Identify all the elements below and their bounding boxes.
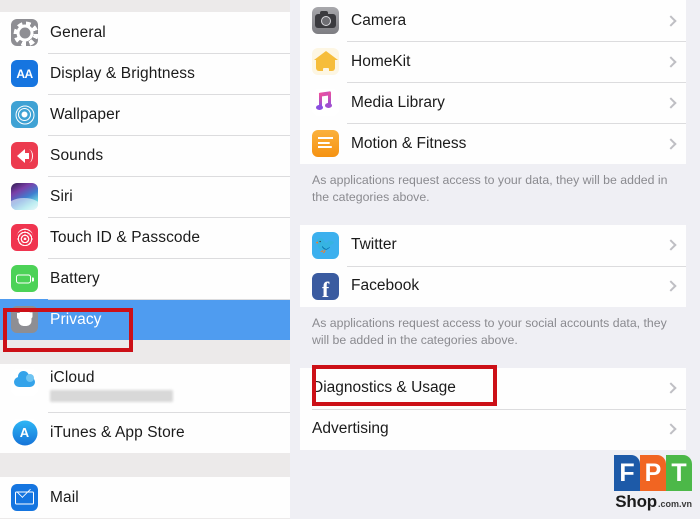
privacy-categories-card: Camera HomeKit Media Library Motion & Fi… <box>300 0 686 164</box>
sidebar-group-apps: Mail <box>0 477 290 518</box>
detail-row-label: Motion & Fitness <box>351 134 467 152</box>
sidebar-item-label: Privacy <box>50 310 102 328</box>
sidebar-item-label: Siri <box>50 187 73 205</box>
fpt-block-f: F <box>614 455 640 491</box>
detail-row-media-library[interactable]: Media Library <box>300 82 686 123</box>
sidebar-item-label: Wallpaper <box>50 105 121 123</box>
sidebar-item-display-brightness[interactable]: AA Display & Brightness <box>0 53 290 94</box>
detail-row-label: Media Library <box>351 93 445 111</box>
chevron-right-icon <box>665 239 677 252</box>
twitter-icon: 🐦 <box>312 231 339 259</box>
siri-icon <box>11 183 38 210</box>
sidebar-item-label: Mail <box>50 488 79 506</box>
detail-row-label: Twitter <box>351 236 397 254</box>
detail-row-label: Advertising <box>312 420 389 438</box>
diagnostics-card: Diagnostics & Usage Advertising <box>300 367 686 450</box>
sidebar-item-mail[interactable]: Mail <box>0 477 290 518</box>
sidebar-item-icloud[interactable]: iCloud <box>0 364 290 412</box>
sidebar-item-label: Sounds <box>50 146 104 164</box>
sidebar-item-wallpaper[interactable]: Wallpaper <box>0 94 290 135</box>
sidebar-item-label: Touch ID & Passcode <box>50 228 201 246</box>
sidebar-item-label: iTunes & App Store <box>50 423 185 441</box>
detail-row-advertising[interactable]: Advertising <box>300 408 686 450</box>
detail-gap-2 <box>300 350 686 368</box>
chevron-right-icon <box>665 14 677 27</box>
settings-split-view: General AA Display & Brightness Wallpape… <box>0 0 700 519</box>
battery-icon <box>11 265 38 292</box>
fpt-letter: F <box>619 458 635 487</box>
icloud-account-redacted <box>50 390 173 402</box>
sidebar-group-system: General AA Display & Brightness Wallpape… <box>0 12 290 340</box>
detail-row-twitter[interactable]: 🐦 Twitter <box>300 225 686 266</box>
text-size-icon: AA <box>11 60 38 87</box>
music-note-icon <box>312 89 339 116</box>
fpt-letter-blocks: F P T <box>614 455 692 491</box>
flower-icon <box>11 101 38 128</box>
hand-icon <box>11 306 38 333</box>
envelope-icon <box>11 484 38 511</box>
chevron-right-icon <box>665 55 677 68</box>
sidebar-item-siri[interactable]: Siri <box>0 176 290 217</box>
sidebar-item-label: Battery <box>50 269 100 287</box>
facebook-icon: f <box>312 272 339 300</box>
sidebar-item-general[interactable]: General <box>0 12 290 53</box>
detail-row-label: Diagnostics & Usage <box>312 379 456 397</box>
fpt-shop-text: Shop <box>615 492 657 511</box>
detail-row-motion-fitness[interactable]: Motion & Fitness <box>300 123 686 164</box>
detail-row-camera[interactable]: Camera <box>300 0 686 41</box>
sidebar-item-itunes-app-store[interactable]: iTunes & App Store <box>0 412 290 453</box>
camera-icon <box>312 7 339 34</box>
speaker-icon <box>11 142 38 169</box>
activity-icon <box>312 130 339 157</box>
chevron-right-icon <box>665 96 677 109</box>
social-accounts-footnote: As applications request access to your s… <box>312 315 667 348</box>
detail-row-facebook[interactable]: f Facebook <box>300 265 686 307</box>
detail-row-homekit[interactable]: HomeKit <box>300 41 686 82</box>
fpt-block-t: T <box>666 455 692 491</box>
fpt-tld-text: .com.vn <box>657 499 692 509</box>
sidebar-item-battery[interactable]: Battery <box>0 258 290 299</box>
fpt-block-p: P <box>640 455 666 491</box>
chevron-right-icon <box>665 137 677 150</box>
app-store-icon <box>11 419 38 446</box>
sidebar-item-label: Display & Brightness <box>50 64 196 82</box>
fingerprint-icon <box>11 224 38 251</box>
social-accounts-card: 🐦 Twitter f Facebook <box>300 224 686 307</box>
detail-row-label: Camera <box>351 11 407 29</box>
privacy-detail-pane: Camera HomeKit Media Library Motion & Fi… <box>290 0 700 519</box>
fpt-wordmark: Shop .com.vn <box>614 492 692 512</box>
gear-icon <box>11 19 38 46</box>
detail-row-label: HomeKit <box>351 52 411 70</box>
sidebar-group-gap-2 <box>0 453 290 477</box>
sidebar-group-accounts: iCloud iTunes & App Store <box>0 364 290 453</box>
chevron-right-icon <box>665 280 677 293</box>
detail-gap-1 <box>300 207 686 225</box>
sidebar-item-touch-id-passcode[interactable]: Touch ID & Passcode <box>0 217 290 258</box>
sidebar-top-strip <box>0 0 290 12</box>
fpt-letter: T <box>671 458 687 487</box>
privacy-categories-footnote: As applications request access to your d… <box>312 173 668 205</box>
house-icon <box>312 48 339 75</box>
sidebar-item-sounds[interactable]: Sounds <box>0 135 290 176</box>
sidebar-item-privacy[interactable]: Privacy <box>0 299 290 340</box>
sidebar-group-gap <box>0 340 290 364</box>
fpt-letter: P <box>644 458 662 487</box>
cloud-icon <box>11 369 38 396</box>
detail-row-diagnostics-usage[interactable]: Diagnostics & Usage <box>300 368 686 409</box>
detail-row-label: Facebook <box>351 277 420 295</box>
fpt-shop-watermark: F P T Shop .com.vn <box>614 455 692 513</box>
chevron-right-icon <box>665 423 677 435</box>
settings-sidebar[interactable]: General AA Display & Brightness Wallpape… <box>0 0 290 519</box>
chevron-right-icon <box>665 382 677 394</box>
sidebar-item-label: iCloud <box>50 369 95 386</box>
sidebar-item-label: General <box>50 23 106 41</box>
